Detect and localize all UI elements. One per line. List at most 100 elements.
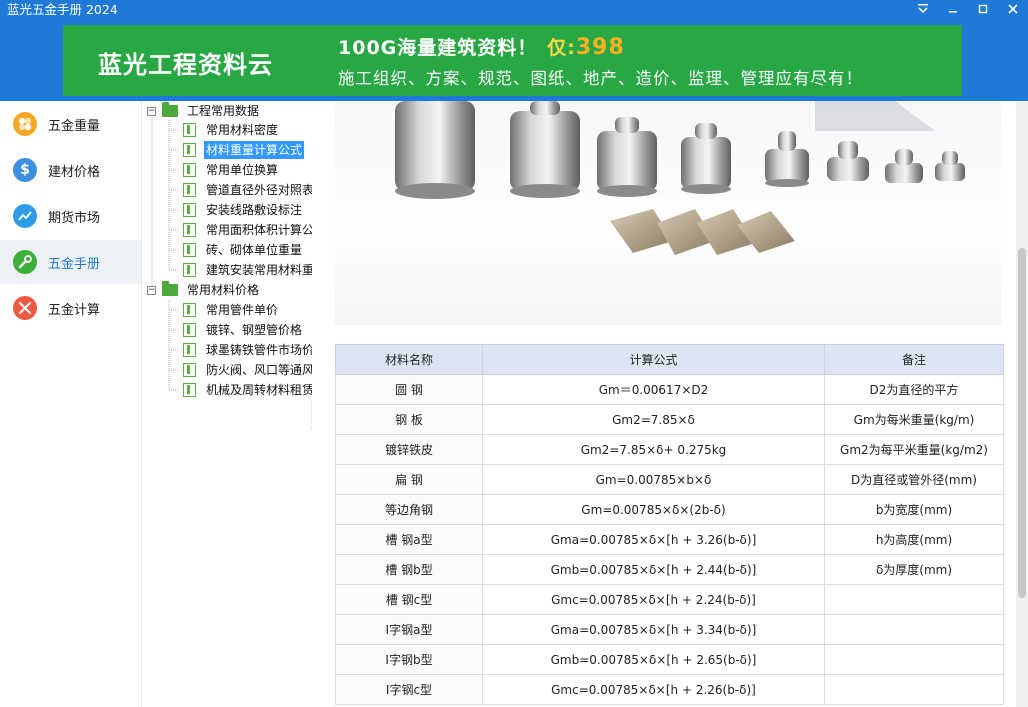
table-cell: Gm为每米重量(kg/m)	[824, 404, 1004, 435]
tree-item[interactable]: 管道直径外径对照表	[183, 180, 312, 200]
tree-item[interactable]: 机械及周转材料租赁	[183, 380, 312, 400]
tree-item-label: 材料重量计算公式	[204, 141, 305, 159]
table-cell: Gma=0.00785×δ×[h + 3.34(b-δ)]	[482, 614, 825, 645]
document-icon	[183, 363, 196, 377]
tree-group-label: 工程常用数据	[187, 104, 260, 118]
close-icon[interactable]	[998, 0, 1028, 18]
table-cell	[824, 644, 1004, 675]
nav-item-hardware-calc[interactable]: 五金计算	[0, 286, 141, 330]
document-icon	[183, 303, 196, 317]
document-icon	[183, 343, 196, 357]
document-icon	[183, 163, 196, 177]
table-cell	[824, 674, 1004, 705]
tools-icon	[13, 296, 37, 320]
tree-item[interactable]: 建筑安装常用材料重	[183, 260, 312, 280]
tree-item[interactable]: 常用材料密度	[183, 120, 280, 140]
tree-item[interactable]: 镀锌、钢塑管价格	[183, 320, 304, 340]
table-row[interactable]: I字钢a型 Gma=0.00785×δ×[h + 3.34(b-δ)]	[335, 614, 1004, 645]
table-row[interactable]: 槽 钢c型 Gmc=0.00785×δ×[h + 2.24(b-δ)]	[335, 584, 1004, 615]
table-row[interactable]: 扁 钢 Gm=0.00785×b×δ D为直径或管外径(mm)	[335, 464, 1004, 495]
collapse-icon[interactable]: −	[147, 106, 156, 116]
tree-item[interactable]: 常用面积体积计算公	[183, 220, 312, 240]
dollar-icon: $	[13, 158, 37, 182]
table-cell: 等边角钢	[335, 494, 483, 525]
table-cell: I字钢b型	[335, 644, 483, 675]
document-icon	[183, 323, 196, 337]
tree-item-label: 安装线路敷设标注	[206, 203, 303, 217]
tree-item-selected[interactable]: 材料重量计算公式	[183, 140, 305, 160]
table-row[interactable]: 圆 钢 Gm＝0.00617×D2 D2为直径的平方	[335, 374, 1004, 405]
document-icon	[183, 243, 196, 257]
tree-item-label: 常用材料密度	[206, 123, 279, 137]
document-icon	[183, 263, 196, 277]
tree-item-label: 机械及周转材料租赁	[206, 383, 312, 397]
tree-item[interactable]: 常用单位换算	[183, 160, 280, 180]
app-title: 蓝光五金手册 2024	[7, 2, 118, 17]
folder-icon	[162, 102, 178, 117]
banner-headline: 100G海量建筑资料！ 仅:398	[338, 33, 625, 60]
table-cell	[824, 584, 1004, 615]
tree-item-label: 建筑安装常用材料重	[206, 263, 312, 277]
table-cell: 槽 钢a型	[335, 524, 483, 555]
nav-item-hardware-manual[interactable]: 五金手册	[0, 240, 141, 284]
ad-banner[interactable]: 蓝光工程资料云 100G海量建筑资料！ 仅:398 施工组织、方案、规范、图纸、地…	[63, 25, 962, 96]
table-header[interactable]: 备注	[824, 344, 1004, 375]
nav-item-label: 五金重量	[48, 118, 101, 134]
banner-headline-text: 100G海量建筑资料！	[338, 37, 538, 59]
window-controls	[908, 0, 1028, 18]
tree-item-label: 常用面积体积计算公	[206, 223, 312, 237]
tree-item-label: 镀锌、钢塑管价格	[206, 323, 303, 337]
table-cell: 圆 钢	[335, 374, 483, 405]
tree-group-material-prices[interactable]: − 常用材料价格	[147, 280, 261, 300]
tree-item-label: 防火阀、风口等通风	[206, 363, 312, 377]
table-cell: Gm=0.00785×δ×(2b-δ)	[482, 494, 825, 525]
nav-item-label: 建材价格	[48, 164, 101, 180]
table-cell: h为高度(mm)	[824, 524, 1004, 555]
nav-item-hardware-weight[interactable]: 五金重量	[0, 102, 141, 146]
table-cell: 槽 钢c型	[335, 584, 483, 615]
table-row[interactable]: I字钢b型 Gmb=0.00785×δ×[h + 2.65(b-δ)]	[335, 644, 1004, 675]
table-cell: Gmb=0.00785×δ×[h + 2.44(b-δ)]	[482, 554, 825, 585]
table-header-row: 材料名称 计算公式 备注	[335, 344, 1004, 375]
tree-item-label: 常用管件单价	[206, 303, 279, 317]
vertical-scrollbar[interactable]	[1016, 101, 1028, 707]
category-tree: − 工程常用数据 常用材料密度 材料重量计算公式 常用单位换算 管道直径外径对照…	[142, 101, 312, 707]
table-row[interactable]: 槽 钢b型 Gmb=0.00785×δ×[h + 2.44(b-δ)] δ为厚度(m…	[335, 554, 1004, 585]
table-cell: Gm2=7.85×δ+ 0.275kg	[482, 434, 825, 465]
table-header[interactable]: 计算公式	[482, 344, 825, 375]
tree-group-engineering-data[interactable]: − 工程常用数据	[147, 101, 261, 121]
table-row[interactable]: 镀锌铁皮 Gm2=7.85×δ+ 0.275kg Gm2为每平米重量(kg/m2)	[335, 434, 1004, 465]
document-icon	[183, 203, 196, 217]
folder-icon	[162, 281, 178, 296]
table-cell: 扁 钢	[335, 464, 483, 495]
tree-item[interactable]: 砖、砌体单位重量	[183, 240, 304, 260]
chart-line-icon	[13, 204, 37, 228]
nav-item-futures-market[interactable]: 期货市场	[0, 194, 141, 238]
tree-item-label: 砖、砌体单位重量	[206, 243, 303, 257]
title-bar: 蓝光五金手册 2024 蓝光工程资料云 100G海量建筑资料！ 仅:398 施工组…	[0, 0, 1028, 101]
table-row[interactable]: 等边角钢 Gm=0.00785×δ×(2b-δ) b为宽度(mm)	[335, 494, 1004, 525]
nav-item-label: 五金手册	[48, 256, 101, 272]
tree-item[interactable]: 安装线路敷设标注	[183, 200, 304, 220]
maximize-icon[interactable]	[968, 0, 998, 18]
table-cell: 钢 板	[335, 404, 483, 435]
tree-item[interactable]: 球墨铸铁管件市场价	[183, 340, 312, 360]
table-cell: I字钢a型	[335, 614, 483, 645]
banner-brand: 蓝光工程资料云	[98, 51, 273, 79]
scrollbar-thumb[interactable]	[1018, 248, 1026, 598]
table-cell: Gmc=0.00785×δ×[h + 2.24(b-δ)]	[482, 584, 825, 615]
nav-item-label: 期货市场	[48, 210, 101, 226]
table-header[interactable]: 材料名称	[335, 344, 483, 375]
wrench-icon	[13, 250, 37, 274]
nav-item-material-price[interactable]: $ 建材价格	[0, 148, 141, 192]
collapse-icon[interactable]: −	[147, 285, 156, 295]
tree-item[interactable]: 常用管件单价	[183, 300, 280, 320]
table-row[interactable]: I字钢c型 Gmc=0.00785×δ×[h + 2.26(b-δ)]	[335, 674, 1004, 705]
formula-table: 材料名称 计算公式 备注 圆 钢 Gm＝0.00617×D2 D2为直径的平方 钢 …	[335, 344, 1004, 705]
table-cell: Gmb=0.00785×δ×[h + 2.65(b-δ)]	[482, 644, 825, 675]
dropdown-menu-icon[interactable]	[908, 0, 938, 18]
table-row[interactable]: 槽 钢a型 Gma=0.00785×δ×[h + 3.26(b-δ)] h为高度(m…	[335, 524, 1004, 555]
minimize-icon[interactable]	[938, 0, 968, 18]
table-row[interactable]: 钢 板 Gm2=7.85×δ Gm为每米重量(kg/m)	[335, 404, 1004, 435]
tree-item[interactable]: 防火阀、风口等通风	[183, 360, 312, 380]
